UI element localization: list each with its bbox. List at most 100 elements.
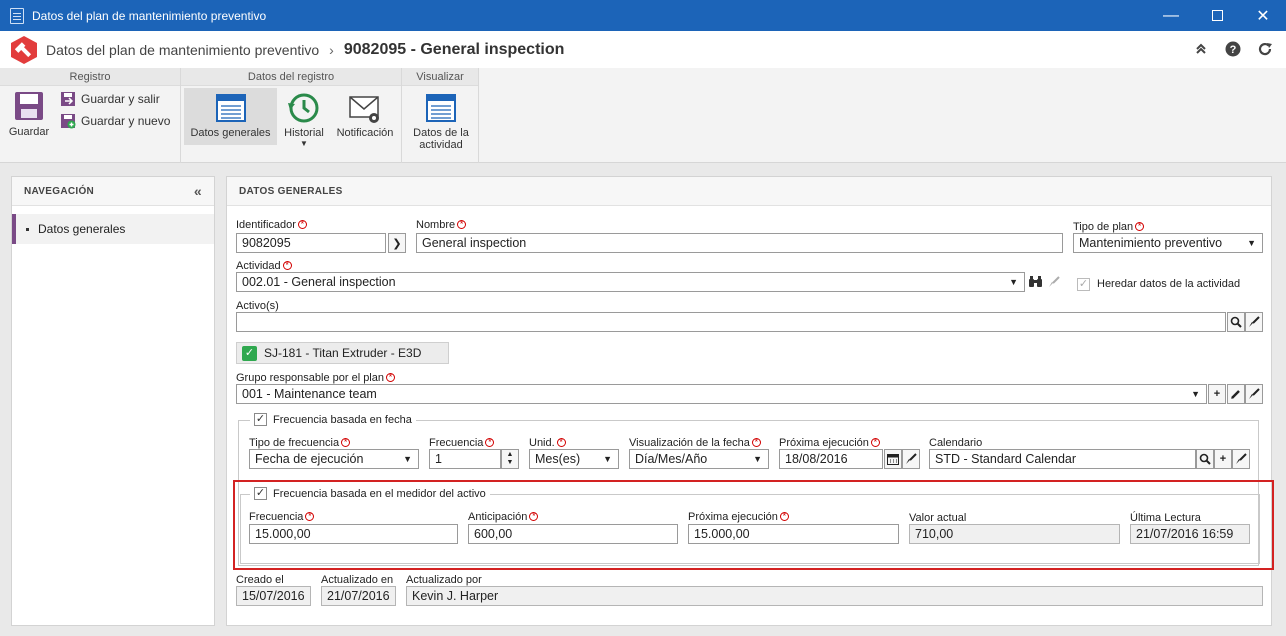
pencil-icon[interactable]	[1227, 384, 1245, 404]
breadcrumb-parent[interactable]: Datos del plan de mantenimiento preventi…	[46, 42, 319, 58]
frec-field[interactable]: 1	[429, 449, 501, 469]
envelope-gear-icon	[349, 96, 379, 123]
heredar-label: Heredar datos de la actividad	[1097, 278, 1241, 290]
navigation-panel: NAVEGACIÓN « Datos generales	[11, 176, 215, 626]
required-icon: *	[485, 438, 495, 447]
required-icon: *	[282, 261, 292, 270]
actualizado-por-field: Kevin J. Harper	[406, 586, 1263, 606]
activity-data-button[interactable]: Datos de la actividad	[406, 88, 476, 158]
m-prox-label: Próxima ejecución *	[688, 511, 789, 523]
chevron-right-icon: ›	[329, 41, 334, 58]
form-icon	[215, 94, 246, 122]
check-icon: ✓	[242, 345, 257, 361]
search-icon[interactable]	[1196, 449, 1214, 469]
save-new-button[interactable]: Guardar y nuevo	[60, 113, 170, 129]
tipo-frec-select[interactable]: Fecha de ejecución	[249, 449, 419, 469]
form-icon	[426, 94, 456, 122]
arrow-right-icon[interactable]: ❯	[388, 233, 406, 253]
nav-title: NAVEGACIÓN «	[12, 177, 214, 206]
page-header: Datos del plan de mantenimiento preventi…	[0, 31, 1286, 68]
prox-label: Próxima ejecución *	[779, 437, 880, 449]
required-icon: *	[385, 373, 395, 382]
binoculars-icon[interactable]	[1026, 272, 1044, 292]
prox-field[interactable]: 18/08/2016	[779, 449, 883, 469]
ribbon-group-datos-registro: Datos del registro Datos generales Histo…	[181, 68, 402, 163]
plus-icon[interactable]: +	[1214, 449, 1232, 469]
brush-icon[interactable]	[1245, 384, 1263, 404]
dropdown-arrow-icon: ▼	[300, 139, 308, 148]
unid-select[interactable]: Mes(es)	[529, 449, 619, 469]
page-title: 9082095 - General inspection	[343, 40, 565, 58]
tipo-plan-select[interactable]: Mantenimiento preventivo	[1073, 233, 1263, 253]
grupo-label: Grupo responsable por el plan *	[236, 372, 395, 384]
floppy-icon	[15, 92, 43, 120]
save-button[interactable]: Guardar	[5, 90, 53, 160]
collapse-up-icon[interactable]	[1192, 40, 1210, 58]
actividad-select[interactable]: 002.01 - General inspection	[236, 272, 1025, 292]
required-icon: *	[305, 512, 315, 521]
nombre-label: Nombre *	[416, 219, 467, 231]
help-icon[interactable]: ?	[1224, 40, 1242, 58]
document-icon	[10, 7, 24, 24]
m-antic-field[interactable]: 600,00	[468, 524, 678, 544]
required-icon: *	[751, 438, 761, 447]
frec-stepper[interactable]: ▲ ▼	[501, 449, 519, 469]
refresh-icon[interactable]	[1256, 40, 1274, 58]
calendario-label: Calendario	[929, 437, 983, 449]
calendar-icon[interactable]	[884, 449, 902, 469]
m-antic-label: Anticipación *	[468, 511, 539, 523]
brush-icon[interactable]	[1232, 449, 1250, 469]
app-logo-icon	[9, 35, 39, 65]
frecuencia-medidor-checkbox[interactable]: ✓	[254, 487, 267, 500]
unid-label: Unid. *	[529, 437, 566, 449]
save-exit-icon	[61, 92, 75, 106]
general-data-button[interactable]: Datos generales	[184, 88, 277, 145]
frecuencia-fecha-legend: ✓ Frecuencia basada en fecha	[250, 413, 416, 426]
main-title: DATOS GENERALES	[227, 177, 1271, 206]
maximize-button[interactable]	[1194, 0, 1240, 31]
asset-tag[interactable]: ✓ SJ-181 - Titan Extruder - E3D	[236, 342, 449, 364]
search-icon[interactable]	[1227, 312, 1245, 332]
required-icon: *	[341, 438, 351, 447]
plus-icon[interactable]: +	[1208, 384, 1226, 404]
history-button[interactable]: Historial ▼	[281, 88, 327, 158]
required-icon: *	[529, 512, 539, 521]
grupo-select[interactable]: 001 - Maintenance team	[236, 384, 1207, 404]
required-icon: *	[1135, 222, 1145, 231]
required-icon: *	[779, 512, 789, 521]
required-icon: *	[556, 438, 566, 447]
tipo-frec-label: Tipo de frecuencia *	[249, 437, 351, 449]
creado-field: 15/07/2016	[236, 586, 311, 606]
frecuencia-medidor-legend: ✓ Frecuencia basada en el medidor del ac…	[250, 487, 490, 500]
m-frec-label: Frecuencia *	[249, 511, 315, 523]
svg-text:?: ?	[1230, 44, 1237, 56]
ribbon-toolbar: Registro Guardar Guardar y salir Guardar…	[0, 68, 1286, 163]
required-icon: *	[870, 438, 880, 447]
brush-icon[interactable]	[902, 449, 920, 469]
minimize-button[interactable]: —	[1148, 0, 1194, 31]
m-prox-field[interactable]: 15.000,00	[688, 524, 899, 544]
actualizado-field: 21/07/2016	[321, 586, 396, 606]
brush-icon[interactable]	[1245, 312, 1263, 332]
window-title: Datos del plan de mantenimiento preventi…	[32, 8, 267, 23]
actualizado-por-label: Actualizado por	[406, 574, 482, 586]
chevron-up-icon: ▲	[506, 451, 514, 458]
frecuencia-fecha-checkbox[interactable]: ✓	[254, 413, 267, 426]
activos-label: Activo(s)	[236, 300, 279, 312]
close-button[interactable]: ✕	[1240, 0, 1286, 31]
m-valor-label: Valor actual	[909, 512, 967, 524]
heredar-checkbox[interactable]: ✓	[1077, 278, 1090, 291]
m-frec-field[interactable]: 15.000,00	[249, 524, 458, 544]
save-new-icon	[61, 114, 76, 129]
save-exit-button[interactable]: Guardar y salir	[60, 91, 160, 107]
required-icon: *	[297, 220, 307, 229]
double-chevron-left-icon[interactable]: «	[194, 177, 202, 206]
identificador-field[interactable]: 9082095	[236, 233, 386, 253]
activos-field[interactable]	[236, 312, 1226, 332]
history-icon	[288, 93, 319, 123]
notification-button[interactable]: Notificación	[333, 88, 397, 158]
visual-select[interactable]: Día/Mes/Año	[629, 449, 769, 469]
nav-item-datos-generales[interactable]: Datos generales	[12, 214, 214, 244]
calendario-field[interactable]: STD - Standard Calendar	[929, 449, 1196, 469]
nombre-field[interactable]: General inspection	[416, 233, 1063, 253]
